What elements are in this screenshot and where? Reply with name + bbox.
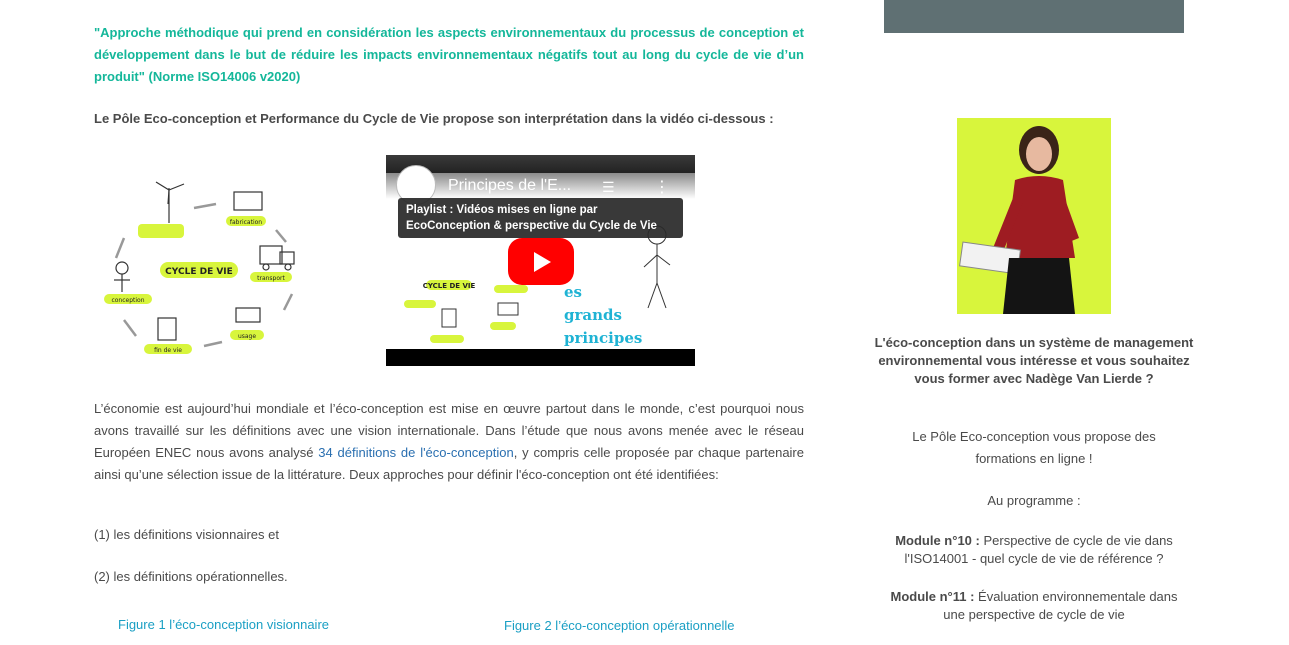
video-title[interactable]: Principes de l'E... [448, 177, 571, 195]
figure-1-caption: Figure 1 l’éco-conception visionnaire [118, 617, 330, 632]
sidebar-training-heading: L'éco-conception dans un système de mana… [874, 335, 1194, 386]
portrait-figure [959, 126, 1079, 314]
overlay-line-2: grands [564, 306, 622, 324]
stage-usage-label: usage [238, 333, 256, 340]
tooltip-line-2: EcoConception & perspective du Cycle de … [406, 220, 657, 232]
module-11-label: Module n°11 : [890, 589, 975, 604]
stage-fabrication-label: fabrication [230, 219, 262, 226]
video-overlay-text: es grands principes [564, 281, 642, 350]
module-10-label: Module n°10 : [895, 533, 980, 548]
sidebar-offer-text: Le Pôle Eco-conception vous propose des … [868, 426, 1200, 470]
module-10-text: Perspective de cycle de vie dans [979, 533, 1173, 548]
module-11-item: Module n°11 : Évaluation environnemental… [868, 588, 1200, 624]
play-button-icon[interactable] [508, 238, 574, 285]
trainer-portrait-image [957, 118, 1111, 314]
playlist-icon[interactable]: ☰ [602, 179, 615, 196]
sidebar-top-banner [884, 0, 1184, 33]
offer-line-1: Le Pôle Eco-conception vous propose des [912, 429, 1156, 444]
stage-transport-label: transport [257, 275, 285, 282]
playlist-tooltip: Playlist : Vidéos mises en ligne par Eco… [398, 198, 683, 238]
life-cycle-illustration: CYCLE DE VIE fabrication transport usage… [94, 168, 314, 368]
tooltip-line-1: Playlist : Vidéos mises en ligne par [406, 204, 598, 216]
module-10-item: Module n°10 : Perspective de cycle de vi… [868, 532, 1200, 568]
operational-definitions-item: (2) les définitions opérationnelles. [94, 569, 288, 584]
overlay-line-3: principes [564, 329, 643, 347]
definitions-link[interactable]: 34 définitions de l'éco-conception [318, 445, 513, 460]
definitions-paragraph: L’économie est aujourd’hui mondiale et l… [94, 398, 804, 486]
life-cycle-diagram: CYCLE DE VIE fabrication transport usage… [104, 181, 295, 354]
stage-extraction-box [138, 224, 184, 238]
stage-conception-label: conception [111, 297, 144, 304]
sidebar-programme-label: Au programme : [987, 493, 1081, 508]
module-11-text-line2: une perspective de cycle de vie [943, 607, 1125, 622]
youtube-video-embed[interactable]: CYCLE DE VIE es grands principes Princip… [386, 155, 695, 366]
module-11-text: Évaluation environnementale dans [974, 589, 1178, 604]
module-10-text-line2: l'ISO14001 - quel cycle de vie de référe… [904, 551, 1164, 566]
visionary-definitions-item: (1) les définitions visionnaires et [94, 527, 279, 542]
cycle-center-label: CYCLE DE VIE [165, 267, 233, 277]
iso-definition-quote: "Approche méthodique qui prend en consid… [94, 25, 804, 84]
thumbnail-cycle-label: CYCLE DE VIE [423, 282, 476, 290]
figure-2-caption: Figure 2 l’éco-conception opérationnelle [504, 618, 735, 633]
video-intro-text: Le Pôle Eco-conception et Performance du… [94, 111, 774, 126]
overlay-line-1: es [564, 283, 582, 301]
offer-line-2: formations en ligne ! [975, 451, 1093, 466]
stage-end-of-life-label: fin de vie [154, 347, 182, 354]
more-options-icon[interactable]: ⋮ [654, 177, 670, 197]
